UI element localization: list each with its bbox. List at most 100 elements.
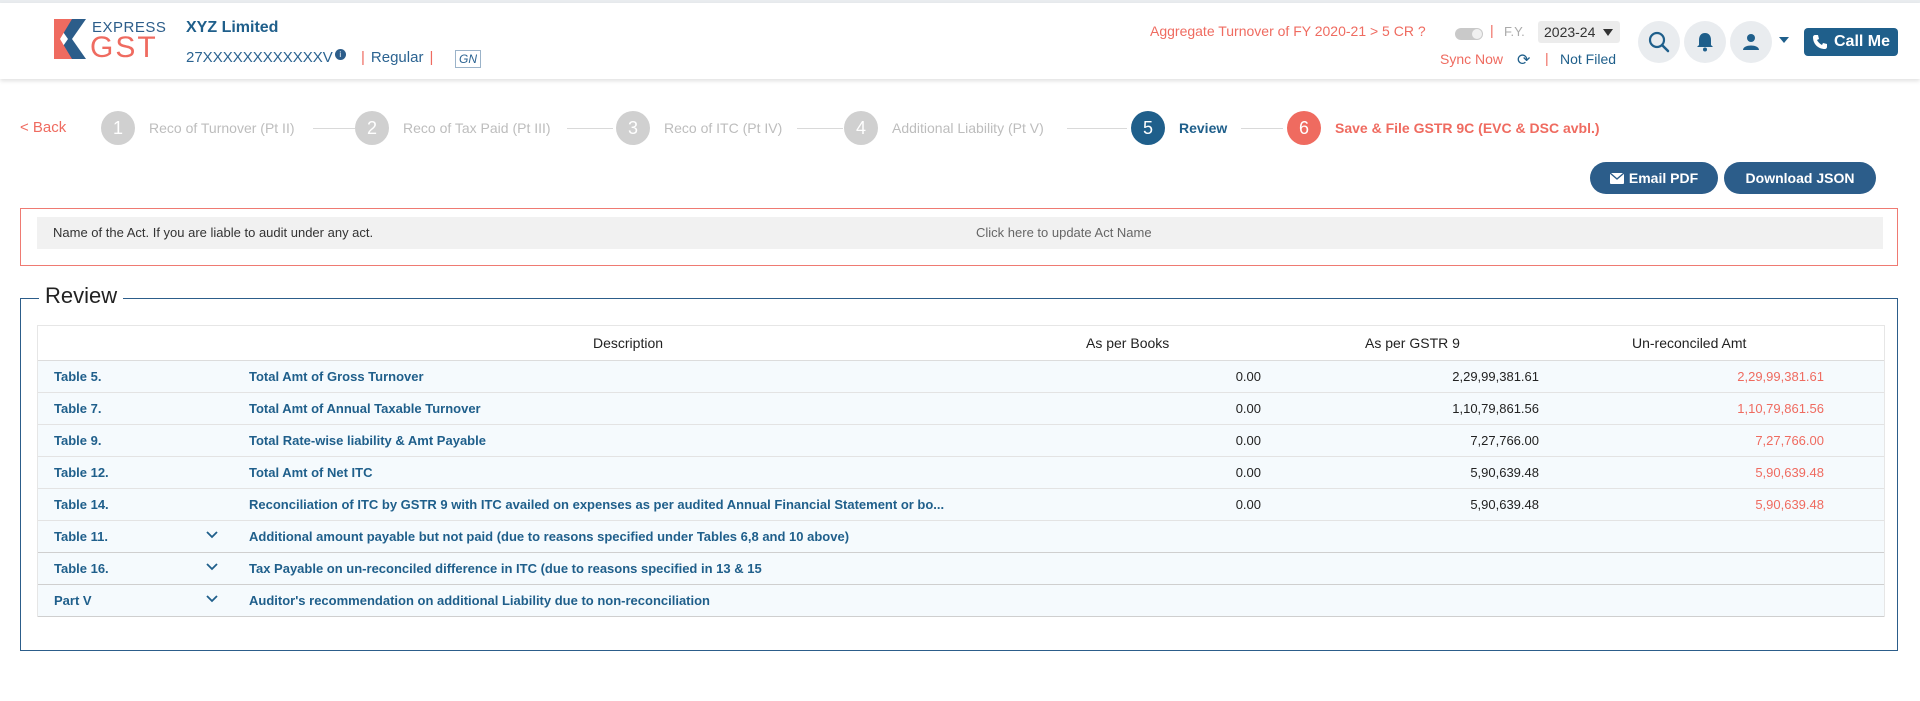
user-icon <box>1743 34 1759 50</box>
call-me-label: Call Me <box>1833 33 1890 50</box>
review-section: Review Description As per Books As per G… <box>20 283 1898 651</box>
bell-icon <box>1697 33 1713 52</box>
step-2-tax-paid[interactable]: 2 Reco of Tax Paid (Pt III) <box>355 111 551 145</box>
taxpayer-type-label: Regular <box>370 49 424 66</box>
user-menu-caret-icon[interactable] <box>1779 37 1789 43</box>
act-name-row: Name of the Act. If you are liable to au… <box>37 217 1883 249</box>
row-table-ref: Table 7. <box>54 401 102 416</box>
row-books-amt: 0.00 <box>1235 465 1261 480</box>
gstin-number: 27XXXXXXXXXXXXV i <box>186 49 346 66</box>
envelope-icon <box>1609 172 1624 184</box>
row-unreconciled-amt: 1,10,79,861.56 <box>1737 401 1824 416</box>
step-number: 2 <box>355 111 389 145</box>
row-unreconciled-amt: 5,90,639.48 <box>1755 465 1824 480</box>
fy-select[interactable]: 2023-24 <box>1538 21 1620 43</box>
row-description: Additional amount payable but not paid (… <box>249 529 850 544</box>
step-number: 4 <box>844 111 878 145</box>
row-table-ref: Table 16. <box>54 561 109 576</box>
separator: | <box>361 49 365 66</box>
row-table-ref: Table 5. <box>54 369 102 384</box>
table-row[interactable]: Table 14. Reconciliation of ITC by GSTR … <box>38 489 1884 521</box>
notifications-button[interactable] <box>1684 21 1726 63</box>
row-table-ref: Table 14. <box>54 497 109 512</box>
review-table: Description As per Books As per GSTR 9 U… <box>37 325 1885 617</box>
sync-now-link[interactable]: Sync Now <box>1440 51 1503 67</box>
expandable-row-part-v[interactable]: Part V Auditor's recommendation on addit… <box>38 585 1884 617</box>
row-gstr9-amt: 7,27,766.00 <box>1470 433 1539 448</box>
row-unreconciled-amt: 5,90,639.48 <box>1755 497 1824 512</box>
back-link[interactable]: < Back <box>20 119 66 136</box>
table-row[interactable]: Table 9. Total Rate-wise liability & Amt… <box>38 425 1884 457</box>
logo-gst-text: GST <box>90 31 158 64</box>
chevron-down-icon[interactable] <box>205 528 219 542</box>
col-as-per-gstr9: As per GSTR 9 <box>1365 335 1460 351</box>
call-me-button[interactable]: Call Me <box>1804 28 1898 56</box>
row-gstr9-amt: 1,10,79,861.56 <box>1452 401 1539 416</box>
row-description: Auditor's recommendation on additional L… <box>249 593 710 608</box>
row-books-amt: 0.00 <box>1235 497 1261 512</box>
table-row[interactable]: Table 12. Total Amt of Net ITC 0.00 5,90… <box>38 457 1884 489</box>
user-menu-button[interactable] <box>1730 21 1772 63</box>
act-name-label: Name of the Act. If you are liable to au… <box>53 225 374 240</box>
row-books-amt: 0.00 <box>1235 369 1261 384</box>
row-unreconciled-amt: 7,27,766.00 <box>1755 433 1824 448</box>
filing-status: Not Filed <box>1560 51 1617 67</box>
step-5-review[interactable]: 5 Review <box>1131 111 1227 145</box>
row-table-ref: Part V <box>54 593 92 608</box>
step-1-turnover[interactable]: 1 Reco of Turnover (Pt II) <box>101 111 295 145</box>
row-description: Tax Payable on un-reconciled difference … <box>249 561 762 576</box>
turnover-question: Aggregate Turnover of FY 2020-21 > 5 CR … <box>1150 23 1426 39</box>
row-gstr9-amt: 5,90,639.48 <box>1470 497 1539 512</box>
col-description: Description <box>593 335 664 351</box>
step-label: Reco of Tax Paid (Pt III) <box>403 120 551 136</box>
taxpayer-type: | Regular | <box>355 49 439 66</box>
step-number: 3 <box>616 111 650 145</box>
review-title: Review <box>39 283 124 309</box>
update-act-name-link[interactable]: Click here to update Act Name <box>976 225 1152 240</box>
refresh-icon[interactable]: ⟳ <box>1517 50 1530 70</box>
act-name-section: Name of the Act. If you are liable to au… <box>20 208 1898 266</box>
row-table-ref: Table 12. <box>54 465 109 480</box>
chevron-down-icon[interactable] <box>205 592 219 606</box>
row-table-ref: Table 9. <box>54 433 102 448</box>
row-description: Total Rate-wise liability & Amt Payable <box>249 433 486 448</box>
expandable-row-table-16[interactable]: Table 16. Tax Payable on un-reconciled d… <box>38 553 1884 585</box>
express-gst-logo[interactable]: EXPRESS GST <box>48 17 166 65</box>
search-gstin-button[interactable] <box>1638 21 1680 63</box>
chevron-down-icon[interactable] <box>205 560 219 574</box>
row-description: Reconciliation of ITC by GSTR 9 with ITC… <box>249 497 945 512</box>
table-row[interactable]: Table 5. Total Amt of Gross Turnover 0.0… <box>38 361 1884 393</box>
step-label: Reco of Turnover (Pt II) <box>149 120 295 136</box>
expandable-row-table-11[interactable]: Table 11. Additional amount payable but … <box>38 521 1884 553</box>
row-gstr9-amt: 2,29,99,381.61 <box>1452 369 1539 384</box>
row-description: Total Amt of Gross Turnover <box>249 369 424 384</box>
info-icon[interactable]: i <box>334 49 346 60</box>
step-connector <box>1067 128 1127 129</box>
email-pdf-label: Email PDF <box>1628 170 1699 186</box>
step-4-additional-liability[interactable]: 4 Additional Liability (Pt V) <box>844 111 1044 145</box>
separator: | <box>1545 50 1549 66</box>
download-json-button[interactable]: Download JSON <box>1724 162 1876 194</box>
table-row[interactable]: Table 7. Total Amt of Annual Taxable Tur… <box>38 393 1884 425</box>
app-header: EXPRESS GST XYZ Limited 27XXXXXXXXXXXXV i… <box>0 3 1920 79</box>
logo-mark-icon <box>54 19 86 59</box>
col-unreconciled: Un-reconciled Amt <box>1632 335 1747 351</box>
step-number: 6 <box>1287 111 1321 145</box>
step-6-save-file[interactable]: 6 Save & File GSTR 9C (EVC & DSC avbl.) <box>1287 111 1600 145</box>
row-description: Total Amt of Net ITC <box>249 465 373 480</box>
row-table-ref: Table 11. <box>54 529 108 544</box>
separator: | <box>429 49 434 66</box>
step-3-itc[interactable]: 3 Reco of ITC (Pt IV) <box>616 111 782 145</box>
fy-label: F.Y. <box>1504 24 1525 39</box>
step-number: 1 <box>101 111 135 145</box>
phone-icon <box>1812 35 1827 49</box>
row-unreconciled-amt: 2,29,99,381.61 <box>1737 369 1824 384</box>
step-label: Save & File GSTR 9C (EVC & DSC avbl.) <box>1335 120 1600 136</box>
step-label: Review <box>1179 120 1228 136</box>
gstn-logo-icon[interactable]: GN <box>455 50 481 68</box>
turnover-toggle[interactable] <box>1455 28 1483 40</box>
email-pdf-button[interactable]: Email PDF <box>1590 162 1718 194</box>
row-gstr9-amt: 5,90,639.48 <box>1470 465 1539 480</box>
step-number: 5 <box>1131 111 1165 145</box>
step-connector <box>313 128 355 129</box>
